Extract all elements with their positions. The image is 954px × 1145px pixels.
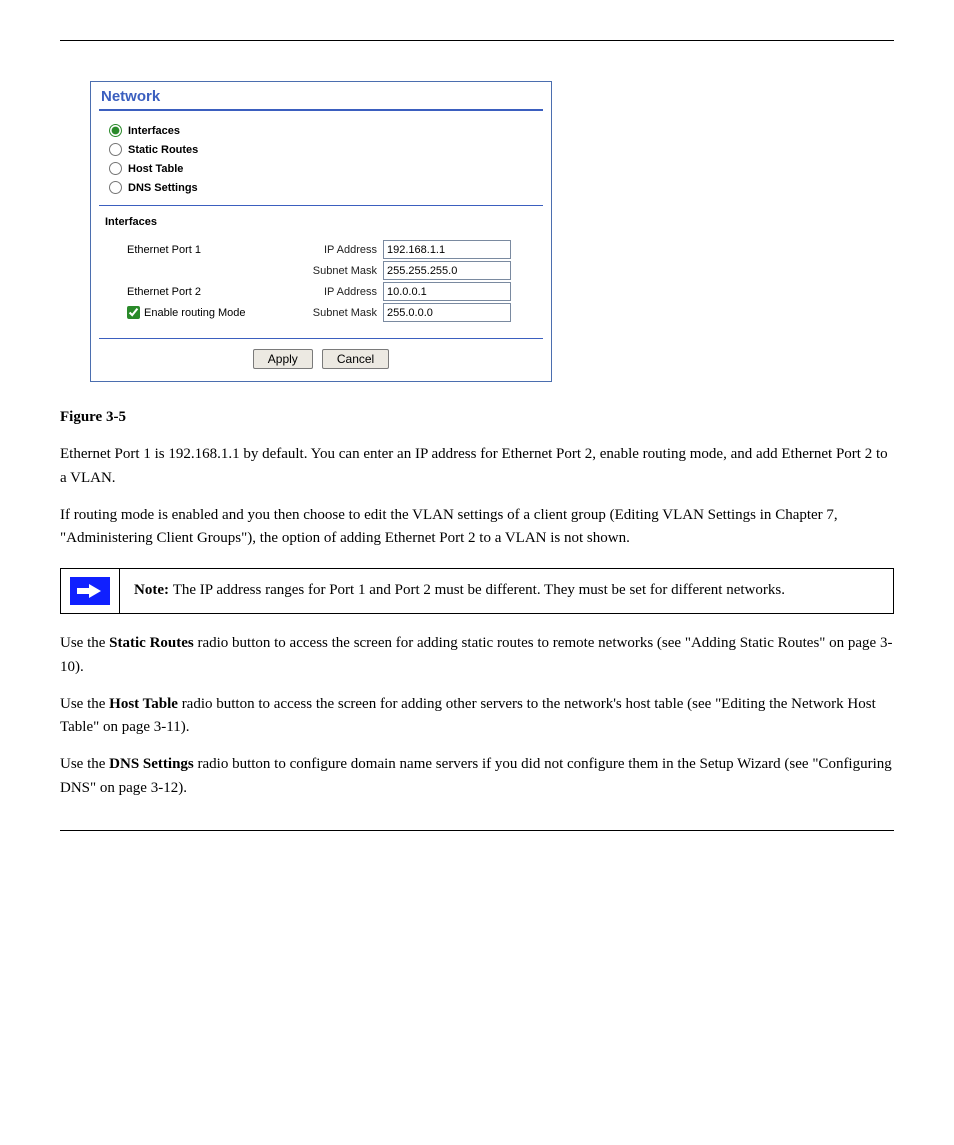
panel-button-bar: Apply Cancel bbox=[91, 339, 551, 381]
paragraph-3: Use the Static Routes radio button to ac… bbox=[60, 632, 894, 679]
radio-static-routes-label: Static Routes bbox=[128, 144, 198, 156]
panel-title: Network bbox=[91, 82, 551, 109]
paragraph-2: If routing mode is enabled and you then … bbox=[60, 504, 894, 551]
radio-host-table-label: Host Table bbox=[128, 163, 183, 175]
radio-row-interfaces[interactable]: Interfaces bbox=[109, 121, 539, 140]
radio-host-table[interactable] bbox=[109, 162, 122, 175]
paragraph-4: Use the Host Table radio button to acces… bbox=[60, 693, 894, 740]
note-box: Note: The IP address ranges for Port 1 a… bbox=[60, 568, 894, 614]
port2-mask-input[interactable] bbox=[383, 303, 511, 322]
network-panel: Network Interfaces Static Routes Host Ta… bbox=[90, 81, 552, 382]
port1-ip-row: Ethernet Port 1 IP Address bbox=[127, 240, 539, 259]
figure-caption: Figure 3-5 bbox=[60, 406, 894, 429]
port1-mask-label: Subnet Mask bbox=[297, 265, 383, 277]
radio-row-static-routes[interactable]: Static Routes bbox=[109, 140, 539, 159]
port2-mask-row: Enable routing Mode Subnet Mask bbox=[127, 303, 539, 322]
radio-interfaces-label: Interfaces bbox=[128, 125, 180, 137]
radio-dns-settings[interactable] bbox=[109, 181, 122, 194]
interfaces-form: Ethernet Port 1 IP Address Subnet Mask E… bbox=[91, 234, 551, 338]
port1-mask-input[interactable] bbox=[383, 261, 511, 280]
page-top-rule bbox=[60, 40, 894, 41]
routing-mode-row[interactable]: Enable routing Mode bbox=[127, 306, 297, 319]
port1-label: Ethernet Port 1 bbox=[127, 244, 297, 256]
page-bottom-rule bbox=[60, 830, 894, 831]
interfaces-section-title: Interfaces bbox=[91, 206, 551, 234]
cancel-button[interactable]: Cancel bbox=[322, 349, 389, 369]
radio-dns-settings-label: DNS Settings bbox=[128, 182, 198, 194]
routing-mode-label: Enable routing Mode bbox=[144, 307, 246, 319]
radio-row-dns-settings[interactable]: DNS Settings bbox=[109, 178, 539, 197]
port2-label: Ethernet Port 2 bbox=[127, 286, 297, 298]
arrow-right-icon bbox=[70, 577, 110, 605]
paragraph-5: Use the DNS Settings radio button to con… bbox=[60, 753, 894, 800]
port2-mask-label: Subnet Mask bbox=[297, 307, 383, 319]
document-body: Figure 3-5 Ethernet Port 1 is 192.168.1.… bbox=[60, 406, 894, 800]
radio-row-host-table[interactable]: Host Table bbox=[109, 159, 539, 178]
note-text: Note: The IP address ranges for Port 1 a… bbox=[120, 569, 893, 613]
port1-mask-row: Subnet Mask bbox=[127, 261, 539, 280]
network-radio-group: Interfaces Static Routes Host Table DNS … bbox=[91, 111, 551, 205]
port2-ip-label: IP Address bbox=[297, 286, 383, 298]
port1-ip-input[interactable] bbox=[383, 240, 511, 259]
port1-ip-label: IP Address bbox=[297, 244, 383, 256]
port2-ip-row: Ethernet Port 2 IP Address bbox=[127, 282, 539, 301]
routing-mode-checkbox[interactable] bbox=[127, 306, 140, 319]
note-icon-cell bbox=[61, 569, 120, 613]
port2-ip-input[interactable] bbox=[383, 282, 511, 301]
radio-interfaces[interactable] bbox=[109, 124, 122, 137]
radio-static-routes[interactable] bbox=[109, 143, 122, 156]
apply-button[interactable]: Apply bbox=[253, 349, 313, 369]
paragraph-1: Ethernet Port 1 is 192.168.1.1 by defaul… bbox=[60, 443, 894, 490]
